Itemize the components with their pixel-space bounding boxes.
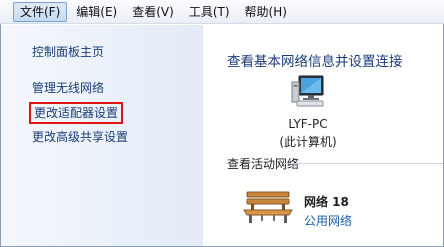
section-divider [283,163,443,164]
bench-icon[interactable] [243,190,293,224]
nav-control-panel-home[interactable]: 控制面板主页 [32,44,104,60]
content-pane: 查看基本网络信息并设置连接 LYF-PC (此计算机) 查看活动网络 网络 18… [203,25,443,246]
network-name: 网络 18 [304,195,349,209]
nav-change-sharing-settings[interactable]: 更改高级共享设置 [32,129,128,145]
menu-tools[interactable]: 工具(T) [183,2,236,22]
menu-bar: 文件(F) 编辑(E) 查看(V) 工具(T) 帮助(H) [0,0,444,24]
page-title: 查看基本网络信息并设置连接 [227,54,403,70]
menu-help[interactable]: 帮助(H) [239,2,293,22]
menu-edit[interactable]: 编辑(E) [70,2,123,22]
nav-manage-wireless[interactable]: 管理无线网络 [32,80,104,96]
network-type-link[interactable]: 公用网络 [304,212,352,229]
computer-icon[interactable] [291,74,329,108]
computer-name: LYF-PC [288,117,328,131]
left-nav-pane: 控制面板主页 管理无线网络 更改适配器设置 更改高级共享设置 [1,25,203,246]
computer-subtitle: (此计算机) [279,135,337,149]
nav-change-adapter-settings[interactable]: 更改适配器设置 [29,102,124,124]
menu-file[interactable]: 文件(F) [13,1,68,22]
menu-view[interactable]: 查看(V) [126,2,180,22]
